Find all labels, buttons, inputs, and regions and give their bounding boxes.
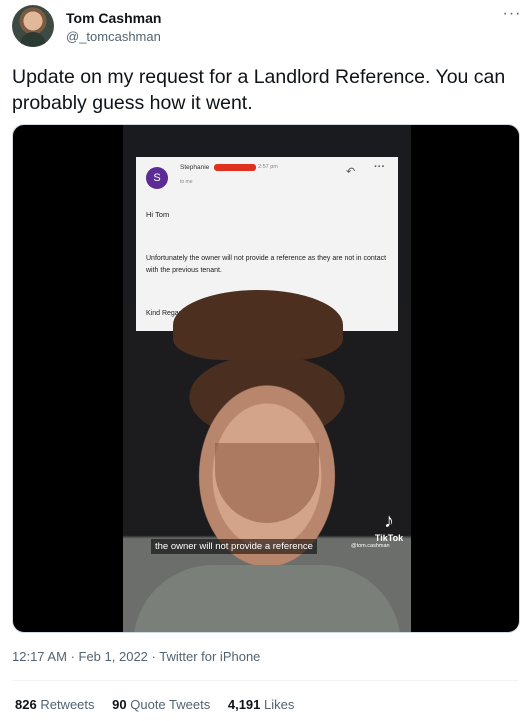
redaction-mark [214,164,256,171]
tiktok-handle: @tom.cashman [351,543,390,549]
meta-separator: · [70,649,79,664]
tiktok-logo: ♪ TikTok [371,511,407,543]
likes-label: Likes [264,697,295,712]
video-shirt [133,565,401,632]
likes-link[interactable]: 4,191 Likes [228,697,295,712]
tweet-date[interactable]: Feb 1, 2022 [79,649,148,664]
quote-tweets-label: Quote Tweets [130,697,211,712]
video-player[interactable]: S Stephanie 2:57 pm to me ↶ ··· Hi Tom U… [12,124,520,633]
tweet-meta: 12:17 AM · Feb 1, 2022 · Twitter for iPh… [12,649,260,664]
engagement-stats: 826 Retweets 90 Quote Tweets 4,191 Likes [15,697,308,712]
email-sender: Stephanie [180,164,210,171]
video-hair [173,290,343,360]
tweet-time[interactable]: 12:17 AM [12,649,67,664]
avatar[interactable] [12,5,54,47]
retweets-label: Retweets [40,697,95,712]
quote-tweets-count: 90 [112,697,127,712]
retweets-link[interactable]: 826 Retweets [15,697,95,712]
email-more-icon: ··· [374,161,385,173]
email-recipient: to me [180,179,193,185]
video-frame[interactable]: S Stephanie 2:57 pm to me ↶ ··· Hi Tom U… [123,125,411,632]
likes-count: 4,191 [227,697,261,712]
email-body: Unfortunately the owner will not provide… [146,255,387,274]
email-greeting: Hi Tom [146,210,170,219]
quote-tweets-link[interactable]: 90 Quote Tweets [112,697,210,712]
divider [12,680,518,681]
video-caption: the owner will not provide a reference [151,539,317,554]
tweet-source[interactable]: Twitter for iPhone [159,649,260,664]
tweet-text: Update on my request for a Landlord Refe… [12,66,506,114]
more-options-icon[interactable]: ··· [502,6,522,28]
user-name[interactable]: Tom Cashman [66,10,161,26]
user-handle[interactable]: @_tomcashman [66,29,161,44]
tiktok-note-icon: ♪ [384,510,394,532]
retweets-count: 826 [15,697,37,712]
email-time: 2:57 pm [258,164,278,170]
reply-arrow-icon: ↶ [346,166,356,178]
tiktok-label: TikTok [374,533,404,543]
email-avatar: S [146,167,168,189]
